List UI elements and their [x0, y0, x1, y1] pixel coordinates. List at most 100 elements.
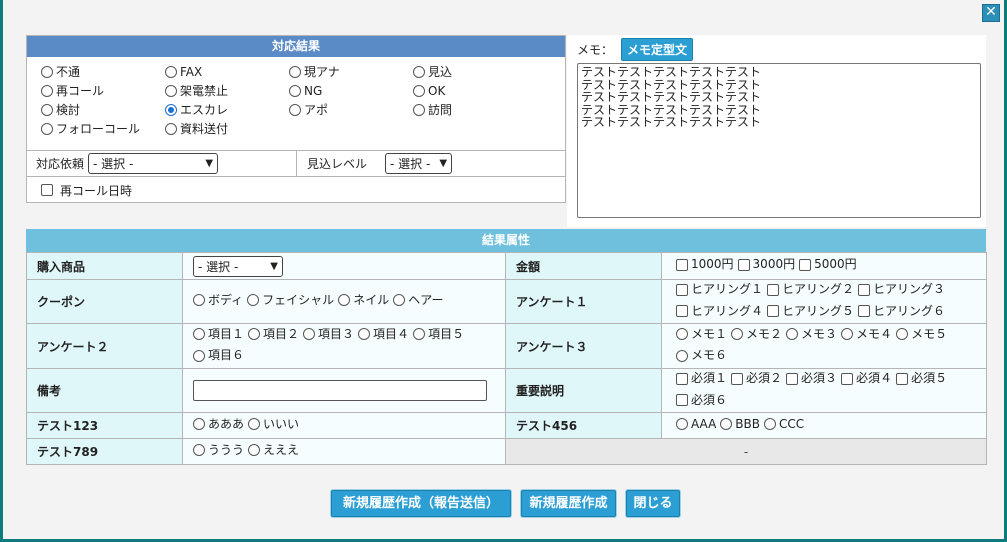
result-option[interactable]: 資料送付 [165, 119, 289, 138]
attribute-option[interactable]: BBB [720, 415, 760, 434]
checkbox[interactable] [767, 283, 780, 296]
attribute-option[interactable]: ううう [193, 441, 244, 460]
attribute-option[interactable]: 必須２ [731, 369, 782, 388]
close-button[interactable]: 閉じる [626, 490, 680, 517]
radio[interactable] [247, 294, 260, 307]
radio[interactable] [720, 418, 733, 431]
radio[interactable] [338, 294, 351, 307]
radio[interactable] [193, 444, 205, 457]
radio[interactable] [165, 65, 177, 78]
attribute-option[interactable]: 必須４ [841, 369, 892, 388]
attribute-option[interactable]: 項目３ [303, 325, 354, 344]
attribute-option[interactable]: メモ３ [786, 325, 837, 344]
result-option[interactable]: NG [289, 81, 413, 100]
radio[interactable] [41, 84, 53, 97]
radio[interactable] [193, 349, 205, 362]
radio[interactable] [676, 328, 688, 340]
attribute-option[interactable]: フェイシャル [247, 291, 334, 310]
radio[interactable] [413, 84, 425, 97]
radio[interactable] [165, 84, 177, 97]
radio[interactable] [413, 65, 425, 78]
radio[interactable] [248, 418, 261, 431]
radio[interactable] [193, 328, 205, 340]
radio[interactable] [41, 122, 53, 135]
radio[interactable] [289, 65, 301, 78]
product-select[interactable]: - 選択 - ▼ [193, 255, 283, 277]
attribute-option[interactable]: ヘアー [393, 291, 443, 310]
attribute-option[interactable]: ネイル [338, 291, 389, 310]
checkbox[interactable] [896, 372, 909, 385]
result-option[interactable]: OK [413, 81, 537, 100]
radio[interactable] [731, 328, 744, 340]
attribute-option[interactable]: メモ４ [841, 325, 892, 344]
attribute-option[interactable]: 必須１ [676, 369, 727, 388]
attribute-option[interactable]: メモ６ [676, 346, 727, 365]
attribute-option[interactable]: 3000円 [737, 255, 795, 274]
radio[interactable] [41, 103, 53, 116]
checkbox[interactable] [858, 305, 871, 317]
radio[interactable] [358, 328, 371, 340]
attribute-option[interactable]: 項目５ [413, 325, 464, 344]
attribute-option[interactable]: 必須３ [786, 369, 837, 388]
result-option[interactable]: FAX [165, 62, 289, 81]
request-select[interactable]: - 選択 - ▼ [88, 153, 219, 174]
notes-input[interactable] [193, 380, 487, 401]
result-option[interactable]: 見込 [413, 62, 537, 81]
radio[interactable] [393, 294, 406, 307]
result-option[interactable]: フォローコール [41, 119, 165, 138]
recall-checkbox[interactable] [41, 184, 53, 196]
attribute-option[interactable]: CCC [764, 415, 804, 434]
attribute-option[interactable]: 5000円 [799, 255, 857, 274]
attribute-option[interactable]: 項目１ [193, 325, 244, 344]
result-option[interactable]: 架電禁止 [165, 81, 289, 100]
attribute-option[interactable]: 項目６ [193, 346, 244, 365]
attribute-option[interactable]: ヒアリング３ [858, 280, 945, 299]
radio[interactable] [193, 294, 205, 307]
radio[interactable] [786, 328, 799, 340]
attribute-option[interactable]: ヒアリング５ [767, 302, 854, 321]
memo-textarea[interactable]: テストテストテストテストテスト テストテストテストテストテスト テストテストテス… [577, 63, 981, 218]
result-option[interactable]: 再コール [41, 81, 165, 100]
memo-template-button[interactable]: メモ定型文 [621, 38, 694, 61]
checkbox[interactable] [676, 394, 688, 406]
radio[interactable] [413, 103, 425, 116]
create-report-button[interactable]: 新規履歴作成（報告送信） [331, 490, 511, 517]
level-select[interactable]: - 選択 - ▼ [385, 153, 453, 174]
attribute-option[interactable]: AAA [676, 415, 716, 434]
checkbox[interactable] [676, 372, 688, 385]
attribute-option[interactable]: あああ [193, 415, 244, 434]
attribute-option[interactable]: ヒアリング１ [676, 280, 763, 299]
checkbox[interactable] [676, 305, 688, 317]
checkbox[interactable] [676, 283, 688, 296]
radio[interactable] [676, 418, 688, 431]
attribute-option[interactable]: メモ５ [896, 325, 947, 344]
attribute-option[interactable]: えええ [248, 441, 299, 460]
radio[interactable] [764, 418, 776, 431]
attribute-option[interactable]: ボディ [193, 291, 243, 310]
radio-selected[interactable] [165, 103, 177, 116]
radio[interactable] [248, 328, 261, 340]
result-option[interactable]: 検討 [41, 100, 165, 119]
attribute-option[interactable]: ヒアリング２ [767, 280, 854, 299]
checkbox[interactable] [676, 258, 688, 271]
attribute-option[interactable]: ヒアリング６ [858, 302, 945, 321]
create-button[interactable]: 新規履歴作成 [521, 490, 616, 517]
attribute-option[interactable]: メモ１ [676, 325, 727, 344]
result-option[interactable]: 訪問 [413, 100, 537, 119]
checkbox[interactable] [731, 372, 744, 385]
checkbox[interactable] [767, 305, 780, 317]
close-icon[interactable]: ✕ [982, 4, 1000, 22]
attribute-option[interactable]: いいい [248, 415, 299, 434]
checkbox[interactable] [858, 283, 871, 296]
radio[interactable] [165, 122, 177, 135]
checkbox[interactable] [786, 372, 799, 385]
radio[interactable] [303, 328, 316, 340]
radio[interactable] [248, 444, 261, 457]
attribute-option[interactable]: ヒアリング４ [676, 302, 763, 321]
result-option[interactable]: 現アナ [289, 62, 413, 81]
radio[interactable] [841, 328, 854, 340]
checkbox[interactable] [737, 258, 750, 271]
checkbox[interactable] [841, 372, 854, 385]
radio[interactable] [676, 349, 688, 362]
checkbox[interactable] [799, 258, 812, 271]
